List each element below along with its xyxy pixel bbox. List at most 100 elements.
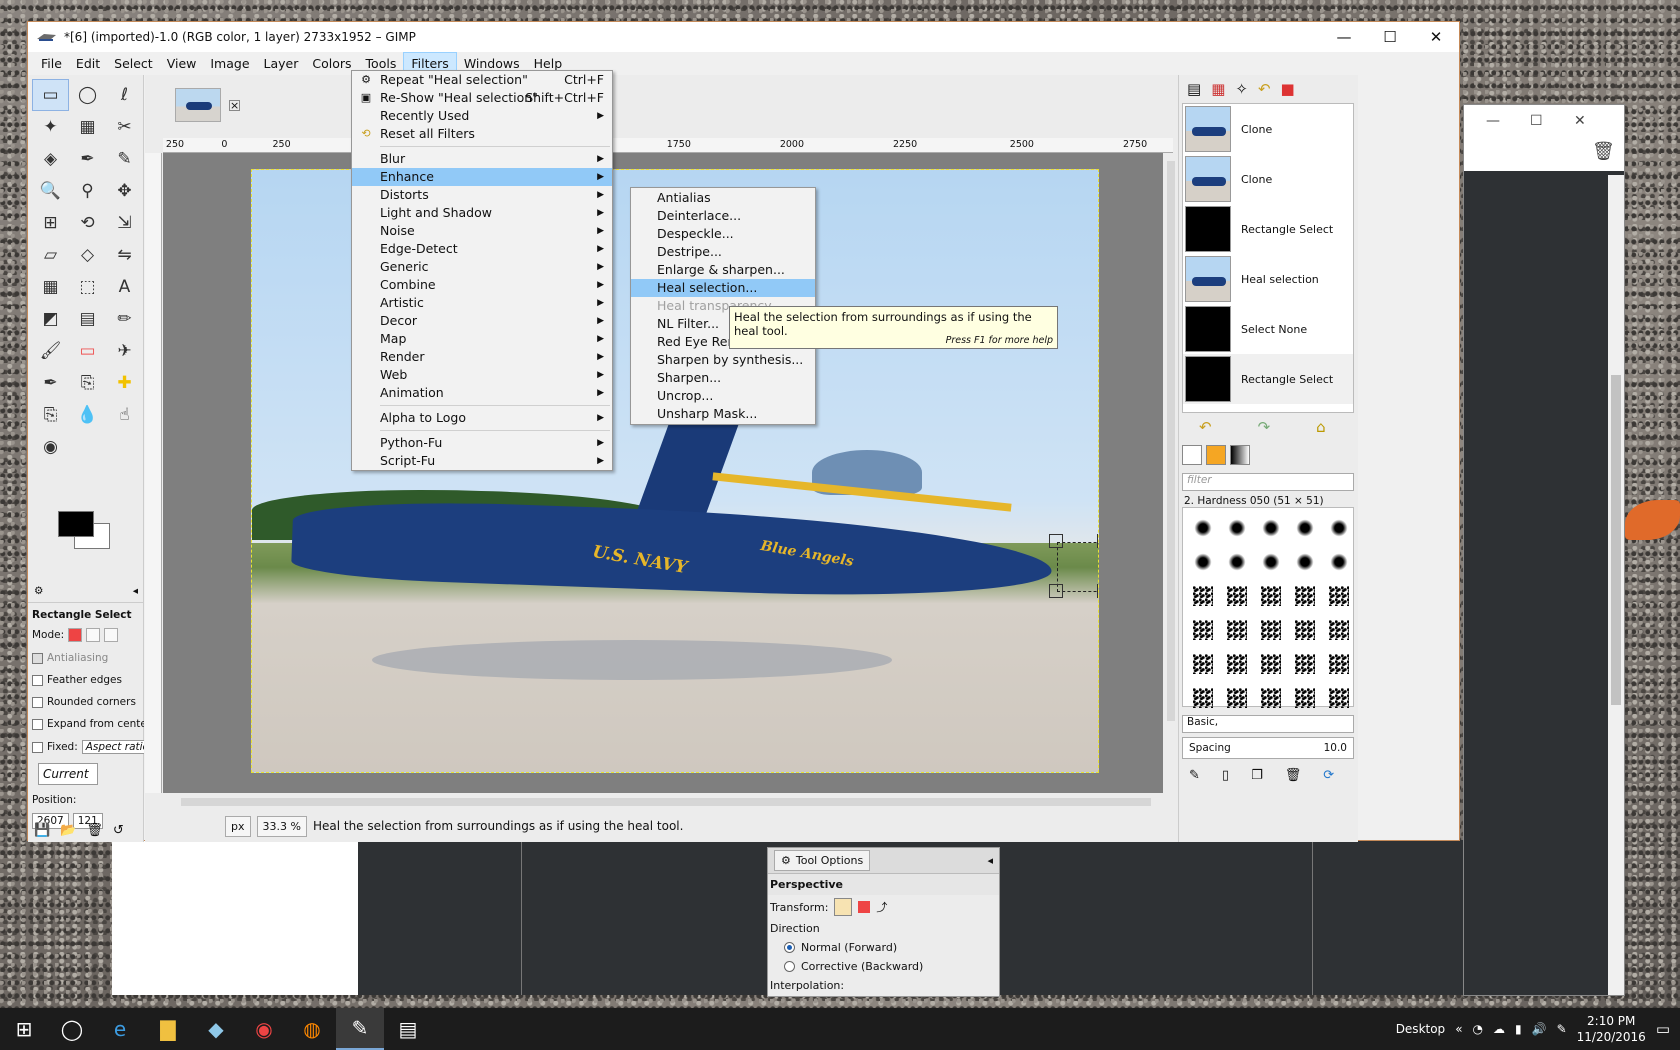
configure-tab-icon[interactable]: ◂	[987, 854, 993, 867]
undo-history-item[interactable]: Clone	[1183, 154, 1353, 204]
menu-item-noise[interactable]: Noise ▶	[352, 222, 612, 240]
brush-preview[interactable]	[1329, 518, 1349, 538]
selection-handle-tl[interactable]	[1049, 534, 1063, 548]
menu-image[interactable]: Image	[203, 53, 256, 74]
redo-icon[interactable]: ↷	[1258, 418, 1271, 436]
brush-preview[interactable]	[1193, 586, 1213, 606]
gimp-window[interactable]: *[6] (imported)-1.0 (RGB color, 1 layer)…	[27, 21, 1460, 842]
scissors-tool-icon[interactable]: ✂	[106, 111, 143, 143]
ink-tool-icon[interactable]: ✒	[32, 367, 69, 399]
menu-edit[interactable]: Edit	[69, 53, 107, 74]
firefox-icon[interactable]: ◍	[288, 1008, 336, 1050]
heal-tool-icon[interactable]: ✚	[106, 367, 143, 399]
brush-preview[interactable]	[1261, 552, 1281, 572]
restore-options-icon[interactable]: 📂	[60, 823, 76, 838]
perspective-tool-icon[interactable]: ◇	[69, 239, 106, 271]
menu-item-unsharp-mask[interactable]: Unsharp Mask...	[631, 405, 815, 423]
menu-item-uncrop[interactable]: Uncrop...	[631, 387, 815, 405]
foreground-select-tool-icon[interactable]: ◈	[32, 143, 69, 175]
measure-tool-icon[interactable]: ⚲	[69, 175, 106, 207]
mode-add-button[interactable]	[86, 628, 101, 642]
menu-item-repeat[interactable]: ⚙ Repeat "Heal selection" Ctrl+F	[352, 71, 612, 89]
brush-preview[interactable]	[1227, 518, 1247, 538]
tab-tool-options[interactable]: ⚙ Tool Options	[774, 850, 871, 871]
flip-tool-icon[interactable]: ⇋	[106, 239, 143, 271]
feather-checkbox[interactable]	[32, 674, 43, 686]
tool-options-tab-icon[interactable]: ⚙	[34, 585, 43, 597]
brush-grid[interactable]	[1182, 507, 1354, 708]
foreground-color-swatch[interactable]	[58, 511, 94, 537]
channels-tab-icon[interactable]: ▦	[1211, 80, 1225, 98]
desktop-toolbar[interactable]: Desktop	[1396, 1022, 1446, 1036]
menu-item-web[interactable]: Web ▶	[352, 366, 612, 384]
close-button[interactable]: ✕	[1413, 28, 1459, 46]
brushes-tab[interactable]	[1182, 445, 1202, 465]
brush-preview[interactable]	[1295, 552, 1315, 572]
gimp-taskbar-icon[interactable]: ✎	[336, 1008, 384, 1050]
cortana-icon[interactable]: ◯	[48, 1008, 96, 1050]
antialiasing-checkbox[interactable]	[32, 652, 43, 664]
gimp2-taskbar-icon[interactable]: ▤	[384, 1008, 432, 1050]
menu-item-enlarge-sharpen[interactable]: Enlarge & sharpen...	[631, 261, 815, 279]
paths-tool-icon[interactable]: ✒	[69, 143, 106, 175]
color-tab-icon[interactable]: ■	[1281, 80, 1295, 98]
mode-subtract-button[interactable]	[104, 628, 119, 642]
menu-item-reshow[interactable]: ▣ Re-Show "Heal selection" Shift+Ctrl+F	[352, 89, 612, 107]
fixed-dropdown[interactable]: Aspect ratio	[81, 740, 144, 754]
background-window-scrollbar[interactable]	[1608, 175, 1624, 995]
pencil-tool-icon[interactable]: ✏	[106, 303, 143, 335]
menu-item-alpha-to-logo[interactable]: Alpha to Logo ▶	[352, 409, 612, 427]
edge-icon[interactable]: e	[96, 1008, 144, 1050]
direction-corrective-row[interactable]: Corrective (Backward)	[768, 957, 999, 976]
rounded-row[interactable]: Rounded corners	[28, 691, 144, 713]
brush-preview[interactable]	[1193, 518, 1213, 538]
align-tool-icon[interactable]: ⊞	[32, 207, 69, 239]
paths-tab-icon[interactable]: ✧	[1235, 80, 1248, 98]
image-tab-thumbnail[interactable]	[175, 88, 221, 122]
dodge-tool-icon[interactable]: ◉	[32, 431, 69, 463]
transform-selection-icon[interactable]	[858, 901, 871, 913]
undo-history-list[interactable]: Clone Clone Rectangle Select Heal selection…	[1182, 103, 1354, 413]
brush-preview[interactable]	[1227, 620, 1247, 640]
layers-tab-icon[interactable]: ▤	[1187, 80, 1201, 98]
menu-view[interactable]: View	[160, 53, 204, 74]
direction-normal-radio[interactable]	[784, 942, 795, 953]
brush-preview[interactable]	[1193, 654, 1213, 674]
move-tool-icon[interactable]: ✥	[106, 175, 143, 207]
menu-item-sharpen-by-synthesis[interactable]: Sharpen by synthesis...	[631, 351, 815, 369]
lasso-tool-icon[interactable]: ℓ	[106, 79, 143, 111]
close-icon[interactable]: ✕	[1574, 113, 1586, 129]
undo-icon[interactable]: ↶	[1199, 418, 1212, 436]
brush-preview[interactable]	[1193, 552, 1213, 572]
unit-selector[interactable]: px	[225, 815, 251, 837]
menu-item-map[interactable]: Map ▶	[352, 330, 612, 348]
blend-tool-icon[interactable]: ▤	[69, 303, 106, 335]
battery-icon[interactable]: ▮	[1515, 1022, 1522, 1036]
reset-options-icon[interactable]: ↺	[113, 823, 124, 838]
brush-preview[interactable]	[1227, 688, 1247, 708]
menu-select[interactable]: Select	[107, 53, 160, 74]
window-titlebar[interactable]: *[6] (imported)-1.0 (RGB color, 1 layer)…	[28, 22, 1459, 52]
color-select-tool-icon[interactable]: ▦	[69, 111, 106, 143]
volume-icon[interactable]: 🔊	[1532, 1022, 1547, 1036]
selection-rectangle[interactable]	[1057, 542, 1098, 592]
minimize-icon[interactable]: —	[1486, 113, 1500, 129]
rotate-tool-icon[interactable]: ⟲	[69, 207, 106, 239]
shear-tool-icon[interactable]: ▱	[32, 239, 69, 271]
brush-preview[interactable]	[1329, 654, 1349, 674]
notifications-icon[interactable]: ▭	[1656, 1020, 1670, 1038]
menu-item-despeckle[interactable]: Despeckle...	[631, 225, 815, 243]
scale-tool-icon[interactable]: ⇲	[106, 207, 143, 239]
menu-item-edge-detect[interactable]: Edge-Detect ▶	[352, 240, 612, 258]
ellipse-select-tool-icon[interactable]: ◯	[69, 79, 106, 111]
pen-icon[interactable]: ✎	[1557, 1022, 1567, 1036]
start-button[interactable]: ⊞	[0, 1008, 48, 1050]
zoom-selector[interactable]: 33.3 %	[256, 815, 307, 837]
brush-preview[interactable]	[1261, 620, 1281, 640]
fuzzy-select-tool-icon[interactable]: ✦	[32, 111, 69, 143]
refresh-brushes-icon[interactable]: ⟳	[1323, 768, 1334, 783]
background-window-titlebar[interactable]: — ☐ ✕ 🗑	[1464, 105, 1624, 171]
menu-item-animation[interactable]: Animation ▶	[352, 384, 612, 402]
duplicate-brush-icon[interactable]: ❐	[1251, 768, 1263, 783]
menu-item-render[interactable]: Render ▶	[352, 348, 612, 366]
